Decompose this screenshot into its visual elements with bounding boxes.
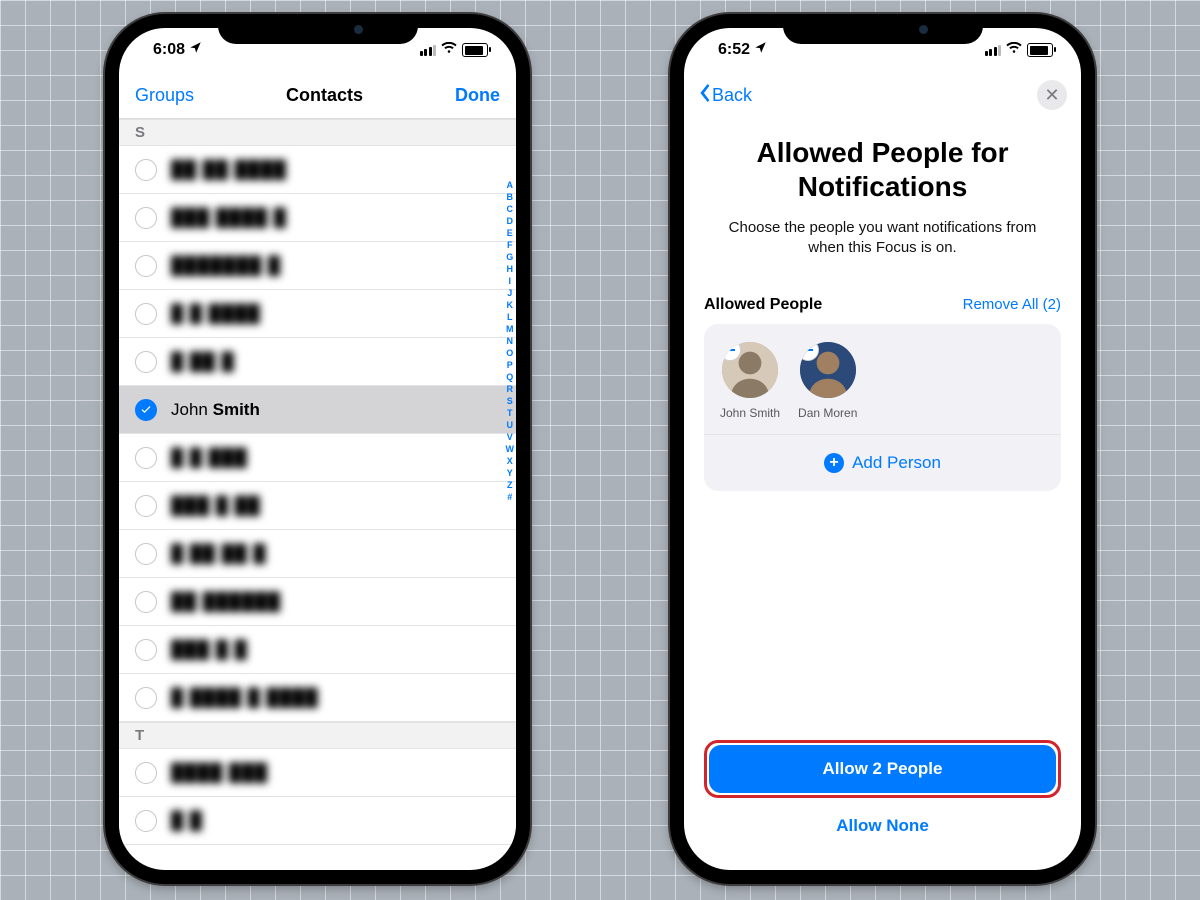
allowed-person[interactable]: Dan Moren (798, 342, 857, 420)
radio-icon (135, 447, 157, 469)
wifi-icon (441, 41, 457, 59)
radio-icon (135, 543, 157, 565)
battery-icon (1027, 43, 1053, 57)
radio-icon (135, 495, 157, 517)
contact-name: John Smith (171, 400, 260, 420)
section-header-s: S (119, 119, 516, 146)
allow-people-button[interactable]: Allow 2 People (709, 745, 1056, 793)
contact-row[interactable]: █ █ (119, 797, 516, 845)
contact-row-selected[interactable]: John Smith (119, 386, 516, 434)
contact-name-blurred: ██ ██ ████ (171, 160, 287, 180)
section-header-t: T (119, 722, 516, 749)
contact-row[interactable]: █ ████ █ ████ (119, 674, 516, 722)
contact-row[interactable]: ███ █ ██ (119, 482, 516, 530)
phone-frame-right: 6:52 Back ✕ All (670, 14, 1095, 884)
contact-name-blurred: █ ████ █ ████ (171, 688, 319, 708)
contact-row[interactable]: ██ ██ ████ (119, 146, 516, 194)
radio-icon (135, 159, 157, 181)
page-title: Contacts (286, 85, 363, 106)
status-time: 6:08 (153, 41, 185, 59)
cellular-icon (420, 45, 437, 56)
contact-name-blurred: ████ ███ (171, 763, 268, 783)
alpha-index[interactable]: ABCDEFGHIJKLMNOPQRSTUVWXYZ# (506, 179, 515, 503)
wifi-icon (1006, 41, 1022, 59)
radio-icon (135, 303, 157, 325)
contact-row[interactable]: █ ██ ██ █ (119, 530, 516, 578)
contacts-list: S ██ ██ ███████ ████ ████████ ██ █ █████… (119, 119, 516, 845)
minus-icon (803, 349, 813, 351)
radio-icon (135, 591, 157, 613)
allowed-person[interactable]: John Smith (720, 342, 780, 420)
notch (783, 14, 983, 44)
contact-row[interactable]: ████ ███ (119, 749, 516, 797)
contact-name-blurred: █ ██ ██ █ (171, 544, 266, 564)
back-label: Back (712, 85, 752, 106)
xmark-icon: ✕ (1044, 85, 1059, 106)
add-person-label: Add Person (852, 453, 941, 473)
contact-name-blurred: ███████ █ (171, 256, 281, 276)
contact-name-blurred: █ █ ████ (171, 304, 261, 324)
chevron-left-icon (698, 84, 710, 107)
contact-row[interactable]: ███████ █ (119, 242, 516, 290)
radio-icon (135, 639, 157, 661)
contact-row[interactable]: ███ ████ █ (119, 194, 516, 242)
radio-icon (135, 810, 157, 832)
contact-name-blurred: █ █ ███ (171, 448, 248, 468)
person-name: John Smith (720, 406, 780, 420)
contact-name-blurred: ███ █ █ (171, 640, 248, 660)
contact-name-blurred: █ ██ █ (171, 352, 235, 372)
checkmark-icon (135, 399, 157, 421)
contact-row[interactable]: █ █ ███ (119, 434, 516, 482)
contact-name-blurred: █ █ (171, 811, 203, 831)
radio-icon (135, 207, 157, 229)
person-name: Dan Moren (798, 406, 857, 420)
groups-button[interactable]: Groups (135, 85, 194, 106)
add-person-button[interactable]: + Add Person (704, 434, 1061, 491)
highlight-box: Allow 2 People (704, 740, 1061, 798)
allow-none-button[interactable]: Allow None (704, 802, 1061, 850)
allowed-people-label: Allowed People (704, 296, 822, 314)
radio-icon (135, 351, 157, 373)
minus-icon (725, 349, 735, 351)
location-icon (754, 41, 767, 59)
contact-row[interactable]: █ █ ████ (119, 290, 516, 338)
plus-circle-icon: + (824, 453, 844, 473)
contact-row[interactable]: █ ██ █ (119, 338, 516, 386)
contact-name-blurred: ██ ██████ (171, 592, 281, 612)
avatar (722, 342, 778, 398)
close-button[interactable]: ✕ (1037, 80, 1067, 110)
back-button[interactable]: Back (698, 84, 752, 107)
contact-name-blurred: ███ █ ██ (171, 496, 261, 516)
battery-icon (462, 43, 488, 57)
done-button[interactable]: Done (455, 85, 500, 106)
home-indicator (248, 872, 388, 877)
contact-row[interactable]: ███ █ █ (119, 626, 516, 674)
contacts-navbar: Groups Contacts Done (119, 72, 516, 119)
page-title: Allowed People for Notifications (704, 136, 1061, 204)
status-time: 6:52 (718, 41, 750, 59)
cellular-icon (985, 45, 1002, 56)
allowed-people-card: John Smith Dan Moren + Add Person (704, 324, 1061, 491)
notch (218, 14, 418, 44)
contact-name-blurred: ███ ████ █ (171, 208, 287, 228)
radio-icon (135, 762, 157, 784)
location-icon (189, 41, 202, 59)
home-indicator (813, 872, 953, 877)
remove-all-button[interactable]: Remove All (2) (963, 296, 1061, 313)
radio-icon (135, 687, 157, 709)
radio-icon (135, 255, 157, 277)
phone-frame-left: 6:08 Groups Contacts Done S ██ ██ ████ ██… (105, 14, 530, 884)
contact-row[interactable]: ██ ██████ (119, 578, 516, 626)
avatar (800, 342, 856, 398)
page-subtitle: Choose the people you want notifications… (722, 218, 1043, 258)
